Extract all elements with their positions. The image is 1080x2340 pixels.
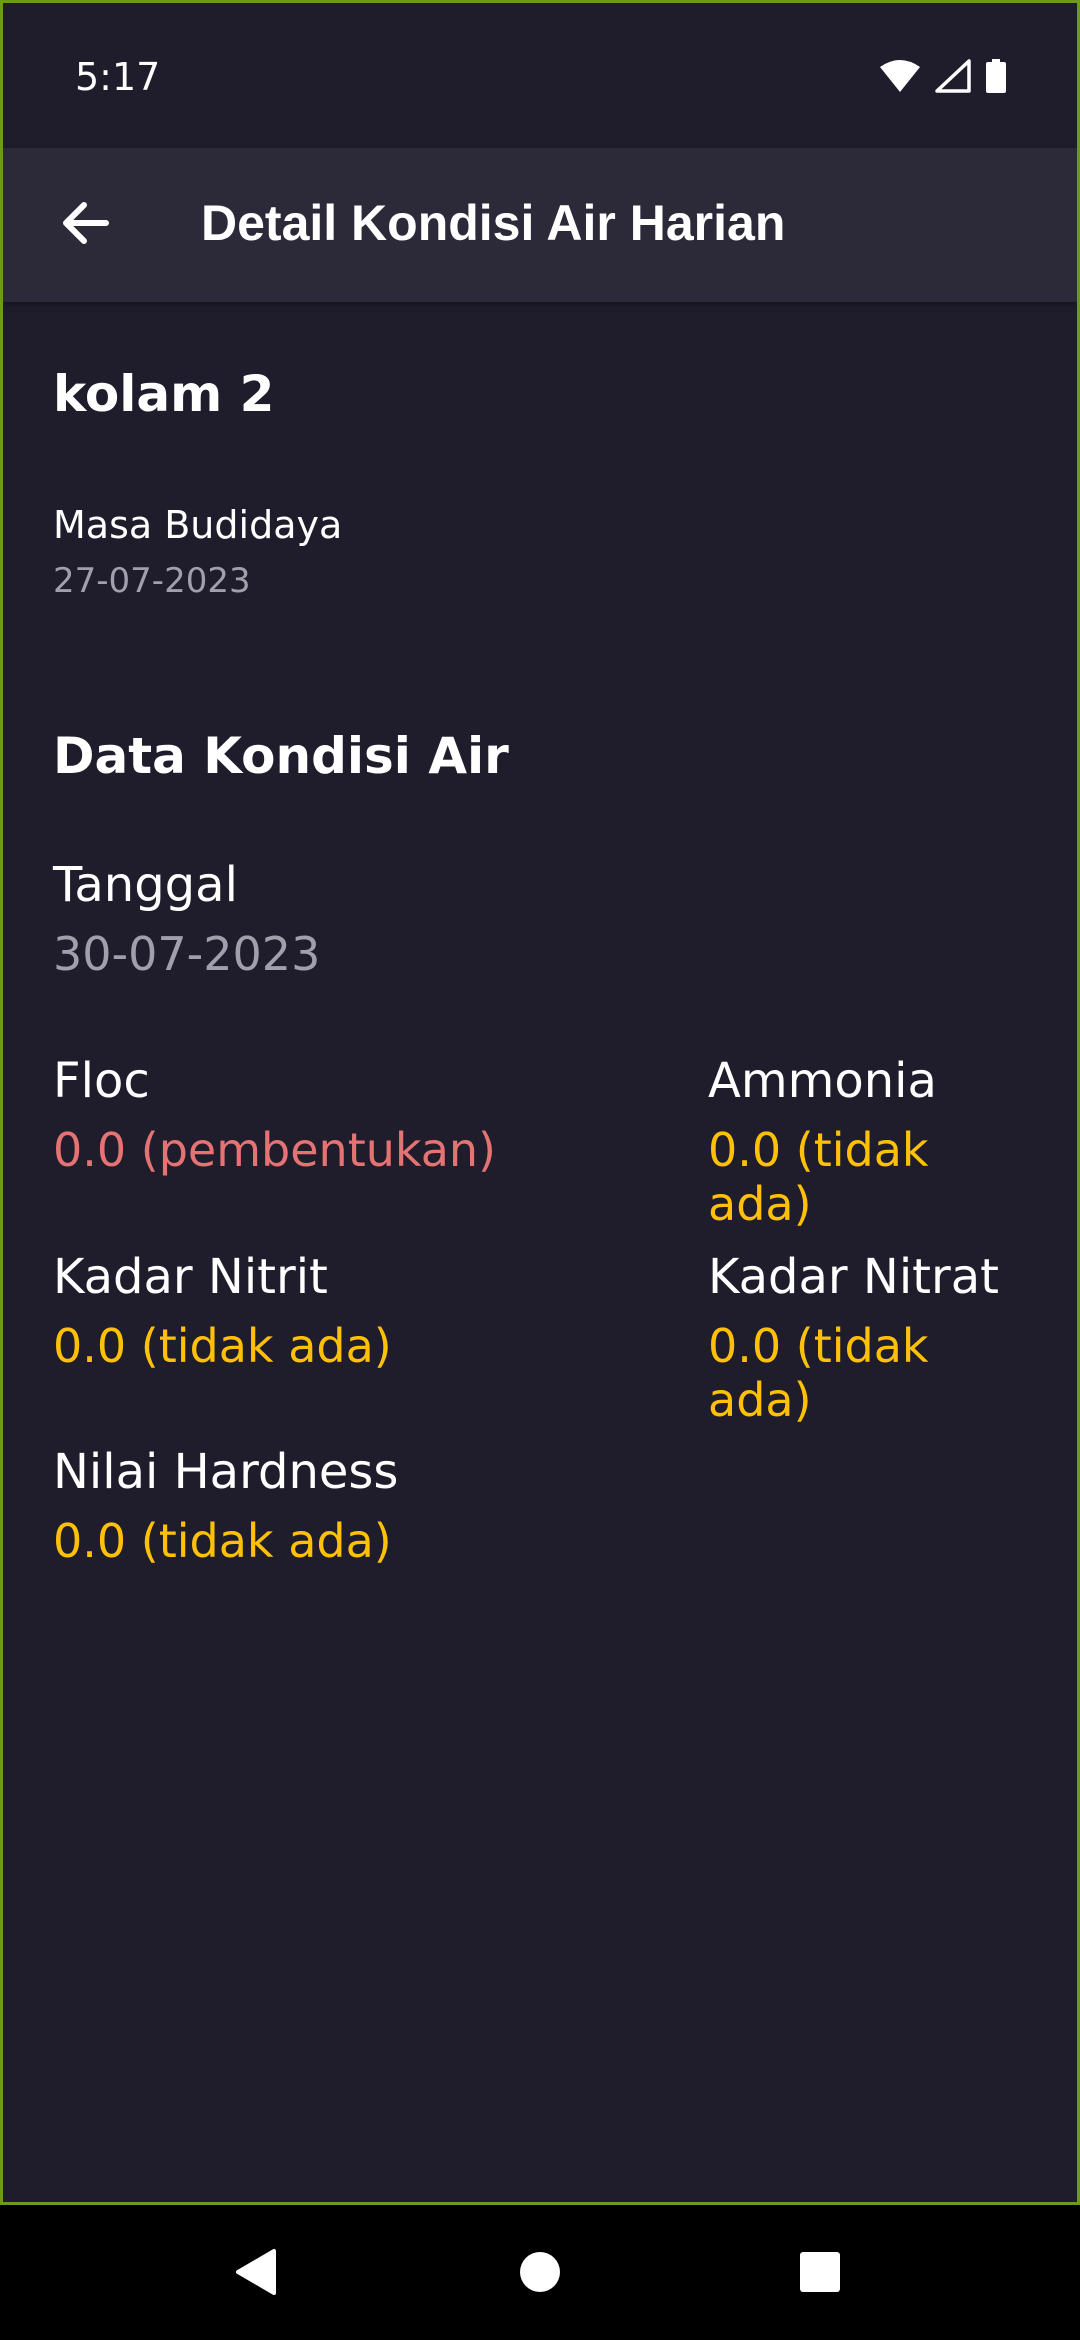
status-bar: 5:17 xyxy=(3,3,1077,148)
period-label: Masa Budidaya xyxy=(53,503,343,547)
hardness-label: Nilai Hardness xyxy=(53,1444,399,1500)
app-bar: Detail Kondisi Air Harian xyxy=(3,148,1077,302)
page-title: Detail Kondisi Air Harian xyxy=(201,195,786,251)
status-time: 5:17 xyxy=(75,55,161,99)
nitrite-label: Kadar Nitrit xyxy=(53,1249,328,1305)
floc-value: 0.0 (pembentukan) xyxy=(53,1123,496,1177)
cell-signal-icon xyxy=(935,59,971,97)
pond-name: kolam 2 xyxy=(53,365,275,423)
square-recents-icon xyxy=(798,2250,842,2298)
nav-recents-button[interactable] xyxy=(780,2234,860,2314)
nitrate-label: Kadar Nitrat xyxy=(708,1249,999,1305)
nav-back-button[interactable] xyxy=(216,2234,296,2314)
water-section-title: Data Kondisi Air xyxy=(53,727,509,785)
battery-icon xyxy=(985,59,1007,97)
period-value: 27-07-2023 xyxy=(53,561,251,601)
date-value: 30-07-2023 xyxy=(53,927,321,981)
ammonia-value: 0.0 (tidak ada) xyxy=(708,1123,929,1231)
nitrite-value: 0.0 (tidak ada) xyxy=(53,1319,392,1373)
floc-label: Floc xyxy=(53,1053,150,1109)
system-nav-bar xyxy=(0,2208,1080,2340)
hardness-value: 0.0 (tidak ada) xyxy=(53,1514,392,1568)
status-icons xyxy=(879,59,1007,97)
date-label: Tanggal xyxy=(53,857,238,913)
back-button[interactable] xyxy=(43,183,127,267)
app-screen: 5:17 Detail Kondisi Air Harian kolam 2 M… xyxy=(0,0,1080,2205)
wifi-icon xyxy=(879,59,921,97)
circle-home-icon xyxy=(518,2250,562,2298)
arrow-left-icon xyxy=(60,201,110,249)
nav-home-button[interactable] xyxy=(500,2234,580,2314)
nitrate-value: 0.0 (tidak ada) xyxy=(708,1319,929,1427)
ammonia-label: Ammonia xyxy=(708,1053,937,1109)
triangle-back-icon xyxy=(234,2247,278,2301)
